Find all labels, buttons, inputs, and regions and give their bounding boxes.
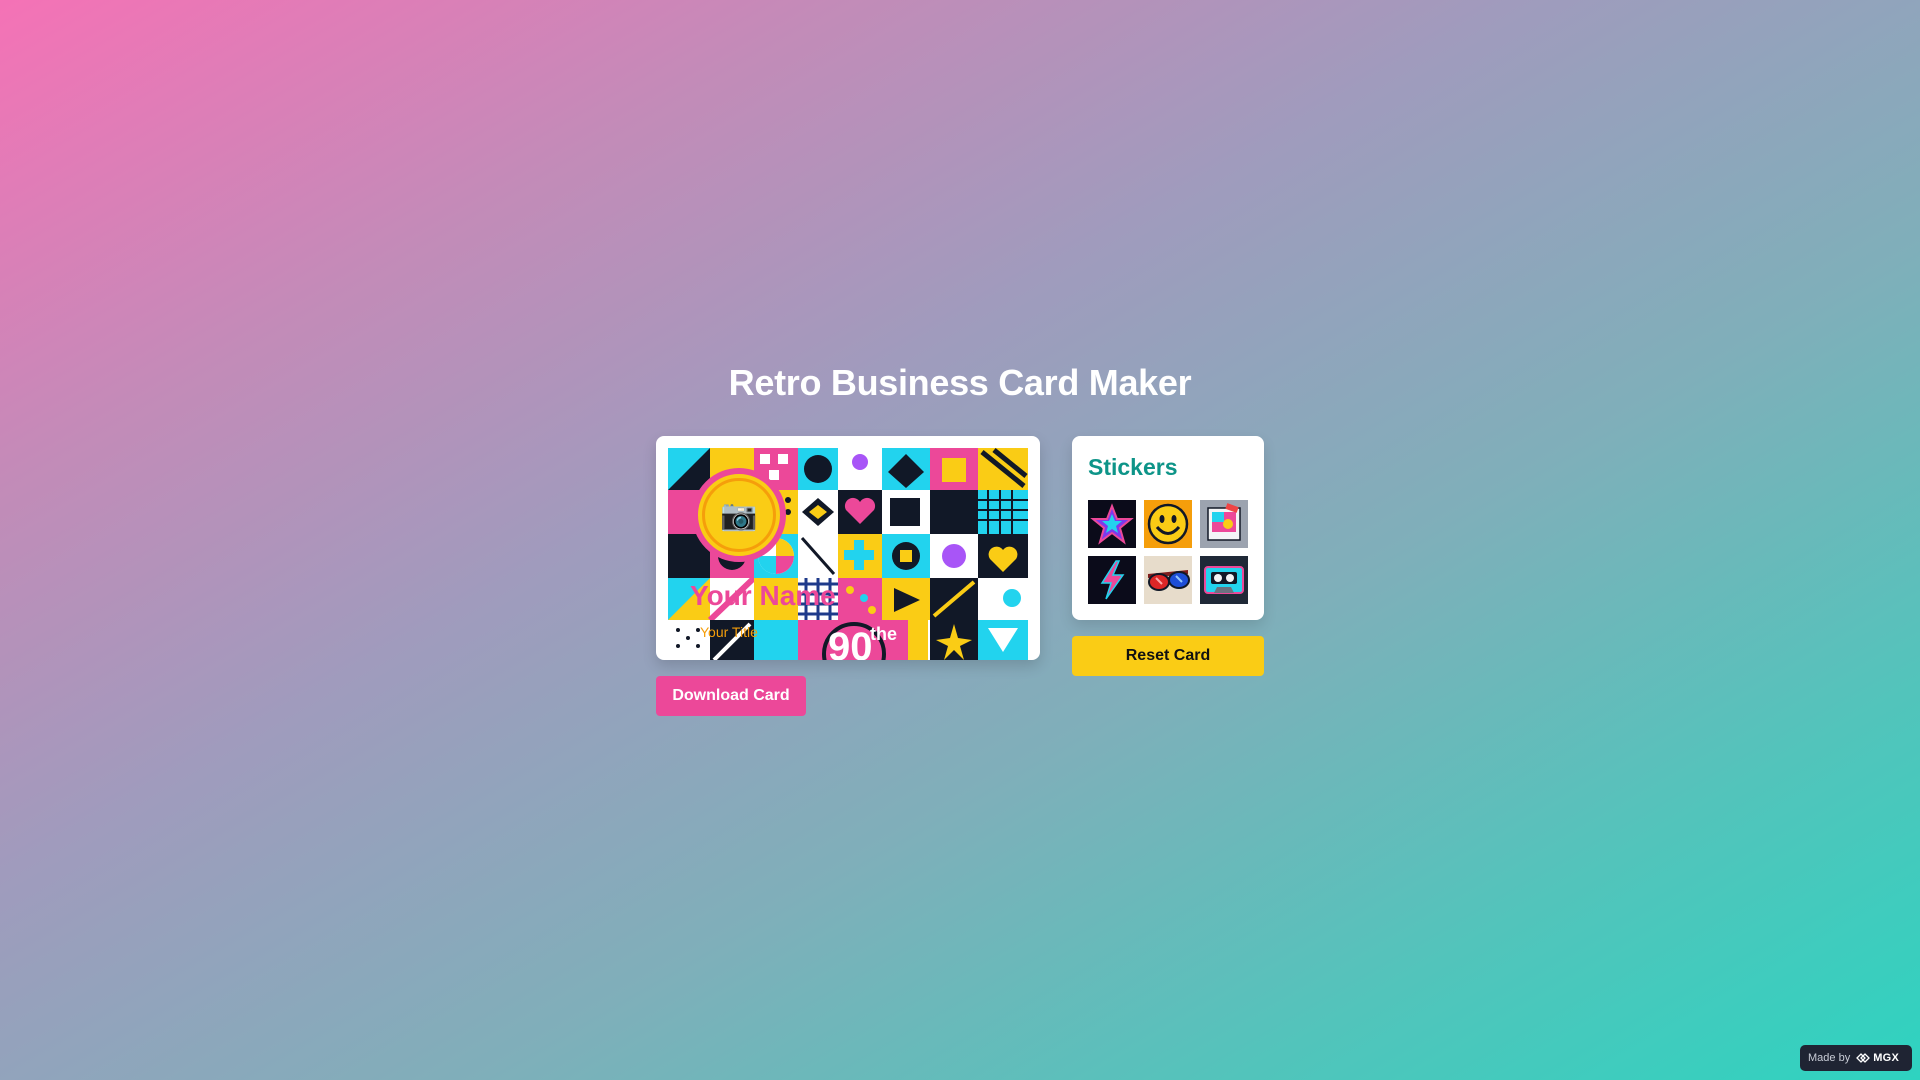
sunglasses-icon[interactable] <box>1144 556 1192 604</box>
lightning-bolt-icon[interactable] <box>1088 556 1136 604</box>
page-title: Retro Business Card Maker <box>728 362 1192 403</box>
profile-photo-upload[interactable]: 📷 <box>692 468 786 562</box>
stickers-panel: Stickers <box>1072 436 1264 620</box>
made-by-badge[interactable]: Made by MGX <box>1800 1045 1912 1071</box>
retro-90s-pattern-background: 90 the 📷 Your Name Your Title <box>668 448 1028 660</box>
svg-text:the: the <box>870 624 897 644</box>
business-card-preview: 90 the 📷 Your Name Your Title <box>656 436 1040 660</box>
retro-polaroid-icon[interactable] <box>1200 500 1248 548</box>
made-by-label: Made by <box>1808 1052 1851 1064</box>
photo-ring <box>702 478 776 552</box>
neon-star-icon[interactable] <box>1088 500 1136 548</box>
card-title-field[interactable]: Your Title <box>700 624 758 640</box>
cassette-tape-icon[interactable] <box>1200 556 1248 604</box>
brand-name: MGX <box>1873 1052 1900 1064</box>
stickers-heading: Stickers <box>1088 454 1178 480</box>
svg-text:90: 90 <box>828 625 873 660</box>
smiley-face-icon[interactable] <box>1144 500 1192 548</box>
reset-card-button[interactable]: Reset Card <box>1072 636 1264 676</box>
mgx-logo-icon <box>1856 1053 1871 1063</box>
card-name-field[interactable]: Your Name <box>690 580 836 612</box>
download-card-button[interactable]: Download Card <box>656 676 806 716</box>
